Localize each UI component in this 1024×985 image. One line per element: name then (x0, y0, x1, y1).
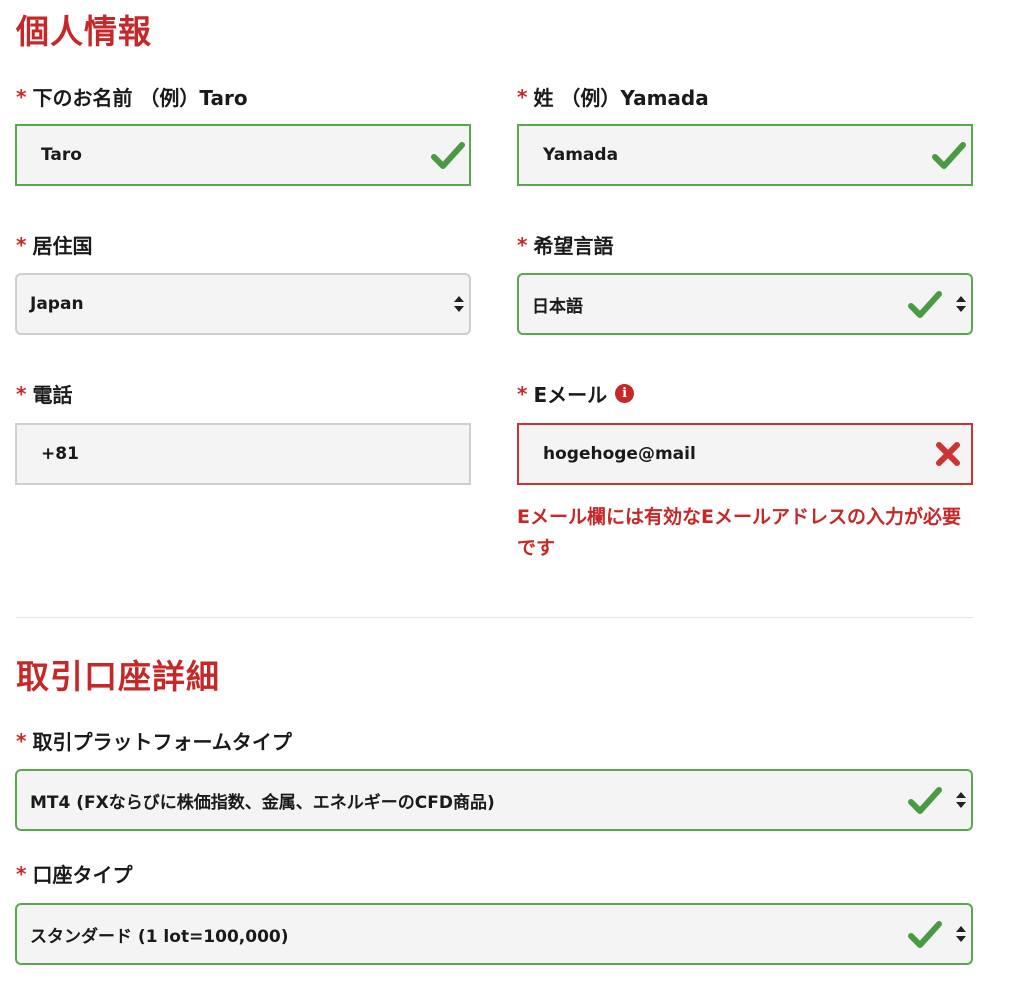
country-label: * 居住国 (16, 230, 92, 259)
required-marker: * (16, 381, 27, 406)
first-name-label-text: 下のお名前 （例）Taro (32, 86, 248, 110)
required-marker: * (16, 728, 27, 753)
account-type-label: * 口座タイプ (16, 859, 132, 888)
checkmark-icon (908, 787, 942, 814)
language-label: * 希望言語 (517, 230, 613, 259)
info-circle-icon[interactable]: i (615, 384, 635, 403)
language-value: 日本語 (532, 296, 583, 317)
email-input[interactable]: hogehoge@mail (517, 423, 973, 485)
platform-label: * 取引プラットフォームタイプ (16, 726, 292, 755)
first-name-value: Taro (41, 145, 82, 165)
country-value: Japan (30, 294, 84, 314)
checkmark-icon (431, 142, 465, 169)
first-name-input[interactable]: Taro (15, 124, 471, 186)
required-marker: * (16, 232, 27, 257)
email-error-message: Eメール欄には有効なEメールアドレスの入力が必要です (517, 506, 961, 559)
required-marker: * (517, 84, 528, 109)
platform-select[interactable]: MT4 (FXならびに株価指数、金属、エネルギーのCFD商品) (15, 769, 973, 831)
account-type-select[interactable]: スタンダード (1 lot=100,000) (15, 903, 973, 965)
email-label-text: Eメール (533, 383, 608, 407)
first-name-label: * 下のお名前 （例）Taro (16, 82, 248, 111)
cross-icon (936, 442, 960, 466)
phone-input[interactable]: +81 (15, 423, 471, 485)
personal-info-heading: 個人情報 (16, 12, 152, 51)
phone-label-text: 電話 (32, 383, 73, 407)
phone-value: +81 (41, 444, 79, 464)
email-label: * Eメール i (517, 379, 635, 408)
country-label-text: 居住国 (32, 234, 93, 258)
sort-arrows-icon (956, 792, 966, 808)
last-name-input[interactable]: Yamada (517, 124, 973, 186)
checkmark-icon (932, 142, 966, 169)
platform-value: MT4 (FXならびに株価指数、金属、エネルギーのCFD商品) (30, 792, 495, 813)
language-select[interactable]: 日本語 (517, 273, 973, 335)
country-select[interactable]: Japan (15, 273, 471, 335)
required-marker: * (16, 84, 27, 109)
checkmark-icon (908, 921, 942, 948)
checkmark-icon (908, 291, 942, 318)
required-marker: * (517, 232, 528, 257)
required-marker: * (16, 861, 27, 886)
sort-arrows-icon (956, 296, 966, 312)
language-label-text: 希望言語 (533, 234, 614, 258)
account-type-label-text: 口座タイプ (32, 863, 133, 887)
sort-arrows-icon (454, 296, 464, 312)
last-name-value: Yamada (543, 145, 619, 165)
last-name-label: * 姓 （例）Yamada (517, 82, 709, 111)
phone-label: * 電話 (16, 379, 72, 408)
last-name-label-text: 姓 （例）Yamada (533, 86, 709, 110)
email-value: hogehoge@mail (543, 444, 696, 464)
account-type-value: スタンダード (1 lot=100,000) (30, 926, 289, 947)
platform-label-text: 取引プラットフォームタイプ (32, 730, 292, 754)
required-marker: * (517, 381, 528, 406)
sort-arrows-icon (956, 926, 966, 942)
section-divider (16, 617, 973, 618)
account-details-heading: 取引口座詳細 (16, 657, 220, 696)
